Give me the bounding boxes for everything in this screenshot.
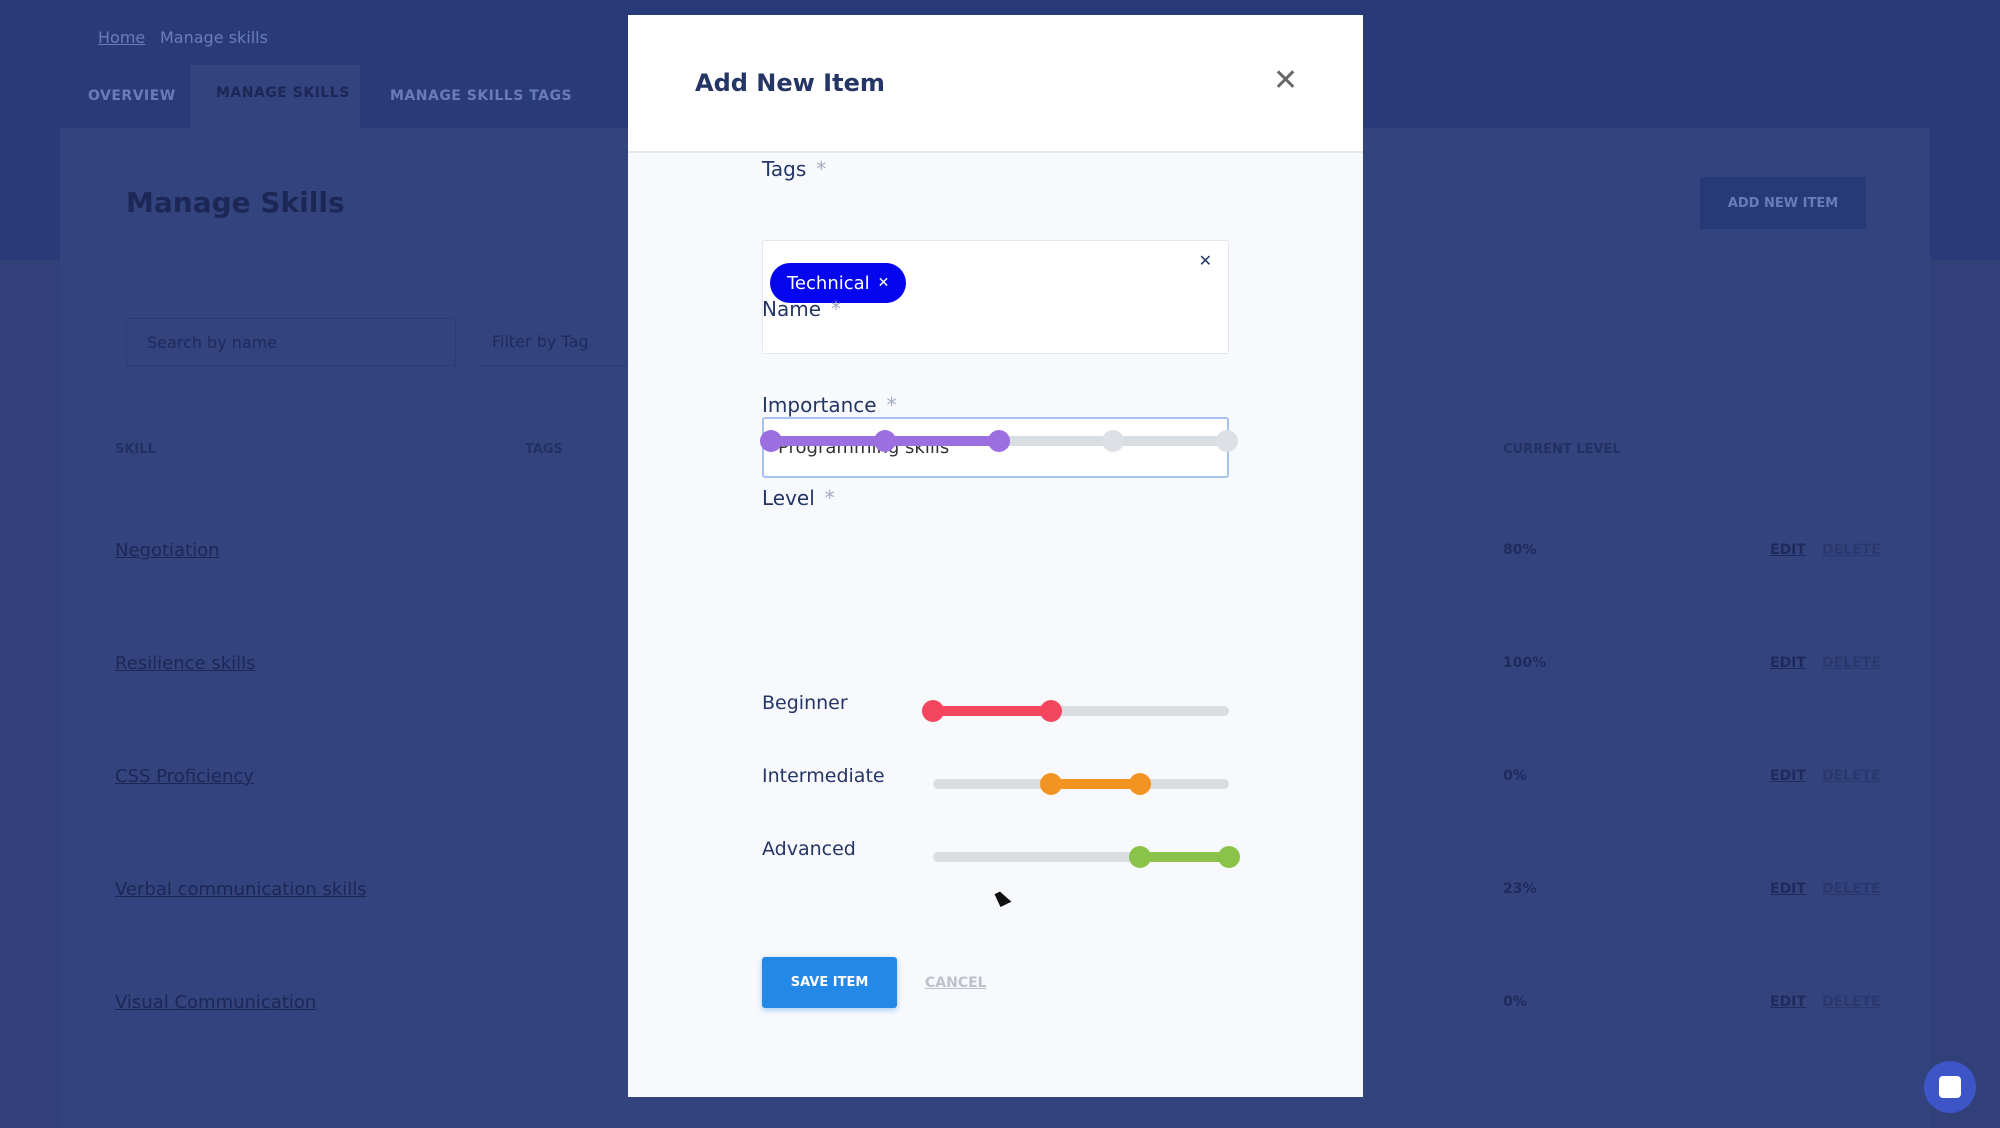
level-advanced-label: Advanced [762, 838, 856, 860]
importance-step[interactable] [760, 430, 782, 452]
level-range-end-handle[interactable] [1040, 700, 1063, 722]
importance-label: Importance * [762, 393, 897, 417]
tab-manage-skills[interactable]: MANAGE SKILLS [190, 65, 360, 129]
remove-tag-icon[interactable]: ✕ [878, 275, 890, 291]
filter-by-tag[interactable]: Filter by Tag [480, 318, 640, 366]
tab-overview[interactable]: OVERVIEW [88, 88, 176, 104]
edit-link[interactable]: EDIT [1770, 994, 1806, 1010]
save-item-button[interactable]: SAVE ITEM [762, 957, 897, 1008]
skill-level-value: 100% [1503, 655, 1547, 671]
breadcrumb-current: Manage skills [160, 28, 268, 47]
edit-link[interactable]: EDIT [1770, 881, 1806, 897]
chat-icon [1939, 1076, 1961, 1098]
add-new-item-button[interactable]: ADD NEW ITEM [1700, 177, 1866, 229]
importance-step[interactable] [1216, 430, 1238, 452]
cancel-button[interactable]: CANCEL [925, 975, 987, 991]
level-range-fill [1140, 852, 1229, 862]
edit-link[interactable]: EDIT [1770, 542, 1806, 558]
skill-name-link[interactable]: CSS Proficiency [115, 766, 254, 787]
tags-label: Tags * [762, 157, 827, 181]
level-label: Level * [762, 486, 835, 510]
clear-tags-icon[interactable]: ✕ [1199, 251, 1212, 270]
skill-level-value: 23% [1503, 881, 1537, 897]
skill-level-value: 0% [1503, 994, 1527, 1010]
level-range-start-handle[interactable] [1040, 773, 1063, 795]
level-range-end-handle[interactable] [1129, 773, 1152, 795]
breadcrumb-home[interactable]: Home [98, 28, 145, 47]
delete-link[interactable]: DELETE [1822, 768, 1881, 784]
level-range-fill [1051, 779, 1141, 789]
skill-name-link[interactable]: Verbal communication skills [115, 879, 367, 900]
level-range-end-handle[interactable] [1218, 846, 1240, 868]
delete-link[interactable]: DELETE [1822, 994, 1881, 1010]
delete-link[interactable]: DELETE [1822, 655, 1881, 671]
tab-manage-skills-tags[interactable]: MANAGE SKILLS TAGS [390, 88, 572, 104]
importance-step[interactable] [874, 430, 896, 452]
modal-title: Add New Item [695, 69, 885, 97]
skill-level-value: 0% [1503, 768, 1527, 784]
edit-link[interactable]: EDIT [1770, 655, 1806, 671]
close-icon[interactable]: ✕ [1273, 63, 1298, 98]
skill-name-link[interactable]: Negotiation [115, 540, 220, 561]
importance-step[interactable] [988, 430, 1010, 452]
skill-name-link[interactable]: Visual Communication [115, 992, 316, 1013]
add-item-modal: Add New Item ✕ Tags * Technical ✕ ✕ Name * … [628, 15, 1363, 1097]
page-title: Manage Skills [126, 186, 345, 219]
level-beginner-label: Beginner [762, 692, 848, 714]
level-intermediate-label: Intermediate [762, 765, 885, 787]
skill-level-value: 80% [1503, 542, 1537, 558]
level-range-start-handle[interactable] [1129, 846, 1152, 868]
name-label: Name * [762, 297, 842, 321]
level-range-start-handle[interactable] [922, 700, 944, 722]
edit-link[interactable]: EDIT [1770, 768, 1806, 784]
tag-chip-label: Technical [787, 272, 870, 294]
chat-button[interactable] [1924, 1061, 1976, 1113]
skill-name-link[interactable]: Resilience skills [115, 653, 256, 674]
column-skill: SKILL [115, 442, 156, 457]
column-tags: TAGS [525, 442, 563, 457]
delete-link[interactable]: DELETE [1822, 542, 1881, 558]
search-input[interactable]: Search by name [126, 318, 456, 366]
delete-link[interactable]: DELETE [1822, 881, 1881, 897]
column-current-level: CURRENT LEVEL [1503, 442, 1621, 457]
level-range-fill [933, 706, 1052, 716]
importance-step[interactable] [1102, 430, 1124, 452]
modal-header: Add New Item ✕ [628, 15, 1363, 153]
